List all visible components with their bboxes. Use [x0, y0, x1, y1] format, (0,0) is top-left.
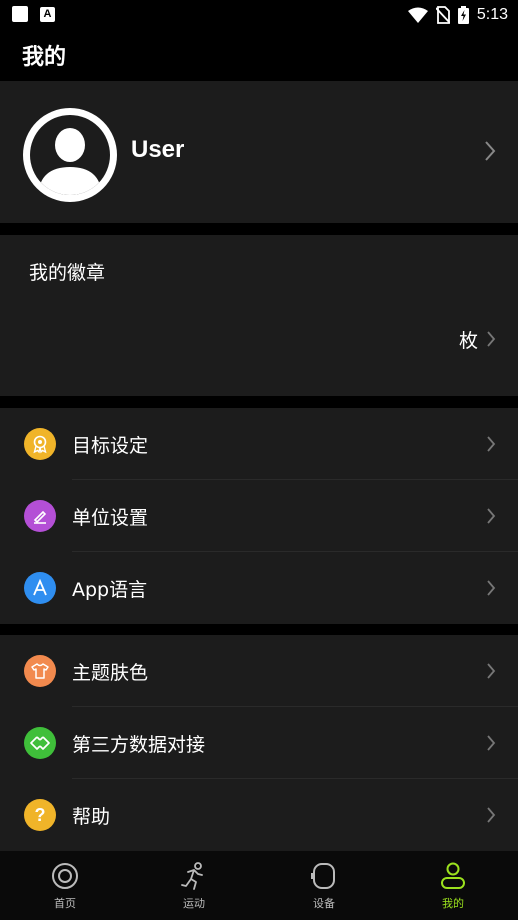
menu-label: 目标设定 [72, 435, 149, 457]
chevron-right-icon [484, 140, 496, 162]
tab-home[interactable]: 首页 [0, 851, 130, 920]
notification-square-icon [12, 6, 28, 22]
chevron-right-icon [486, 806, 496, 824]
chevron-right-icon [486, 330, 496, 348]
tab-label: 我的 [442, 897, 464, 910]
watch-icon [311, 863, 335, 889]
profile-card[interactable]: User [0, 81, 518, 223]
menu-item-app-language[interactable]: App语言 [0, 552, 518, 624]
status-time: 5:13 [476, 6, 508, 23]
award-icon [24, 428, 56, 460]
menu-label: 主题肤色 [72, 662, 149, 684]
chevron-right-icon [486, 435, 496, 453]
chevron-right-icon [486, 579, 496, 597]
link-icon [24, 727, 56, 759]
badge-count-unit: 枚 [458, 330, 478, 352]
chevron-right-icon [486, 507, 496, 525]
menu-label: 单位设置 [72, 507, 149, 529]
tab-mine[interactable]: 我的 [388, 851, 518, 920]
menu-item-third-party-data[interactable]: 第三方数据对接 [0, 707, 518, 779]
avatar[interactable] [23, 108, 117, 202]
menu-label: 帮助 [72, 806, 111, 828]
tab-sport[interactable]: 运动 [129, 851, 259, 920]
profile-icon [441, 862, 465, 889]
language-icon [24, 572, 56, 604]
menu-item-help[interactable]: ? 帮助 [0, 779, 518, 851]
menu-label: 第三方数据对接 [72, 734, 206, 756]
tab-device[interactable]: 设备 [259, 851, 389, 920]
tshirt-icon [24, 655, 56, 687]
status-bar: A 5:13 [0, 0, 518, 30]
my-badges-card[interactable]: 我的徽章 枚 [0, 235, 518, 396]
tab-label: 设备 [313, 897, 335, 910]
chevron-right-icon [486, 662, 496, 680]
bottom-tab-bar: 首页 运动 设备 我的 [0, 851, 518, 920]
tab-label: 首页 [54, 897, 76, 910]
header: 我的 [0, 30, 518, 80]
menu-item-unit-settings[interactable]: 单位设置 [0, 480, 518, 552]
home-icon [52, 863, 78, 889]
tab-label: 运动 [183, 897, 205, 910]
menu-label: App语言 [72, 579, 148, 601]
settings-group-2: 主题肤色 第三方数据对接 ? 帮助 [0, 635, 518, 851]
app-notification-icon: A [40, 6, 55, 22]
help-icon: ? [24, 799, 56, 831]
settings-group-1: 目标设定 单位设置 App语言 [0, 408, 518, 624]
user-name: User [131, 136, 185, 163]
badges-title: 我的徽章 [29, 262, 106, 284]
battery-charging-icon [457, 6, 469, 24]
menu-item-theme-color[interactable]: 主题肤色 [0, 635, 518, 707]
run-icon [181, 862, 203, 890]
user-silhouette-icon [38, 128, 102, 195]
no-sim-icon [435, 6, 450, 24]
wifi-icon [407, 7, 428, 23]
ruler-icon [24, 500, 56, 532]
page-title: 我的 [22, 45, 67, 70]
chevron-right-icon [486, 734, 496, 752]
menu-item-goal-setting[interactable]: 目标设定 [0, 408, 518, 480]
